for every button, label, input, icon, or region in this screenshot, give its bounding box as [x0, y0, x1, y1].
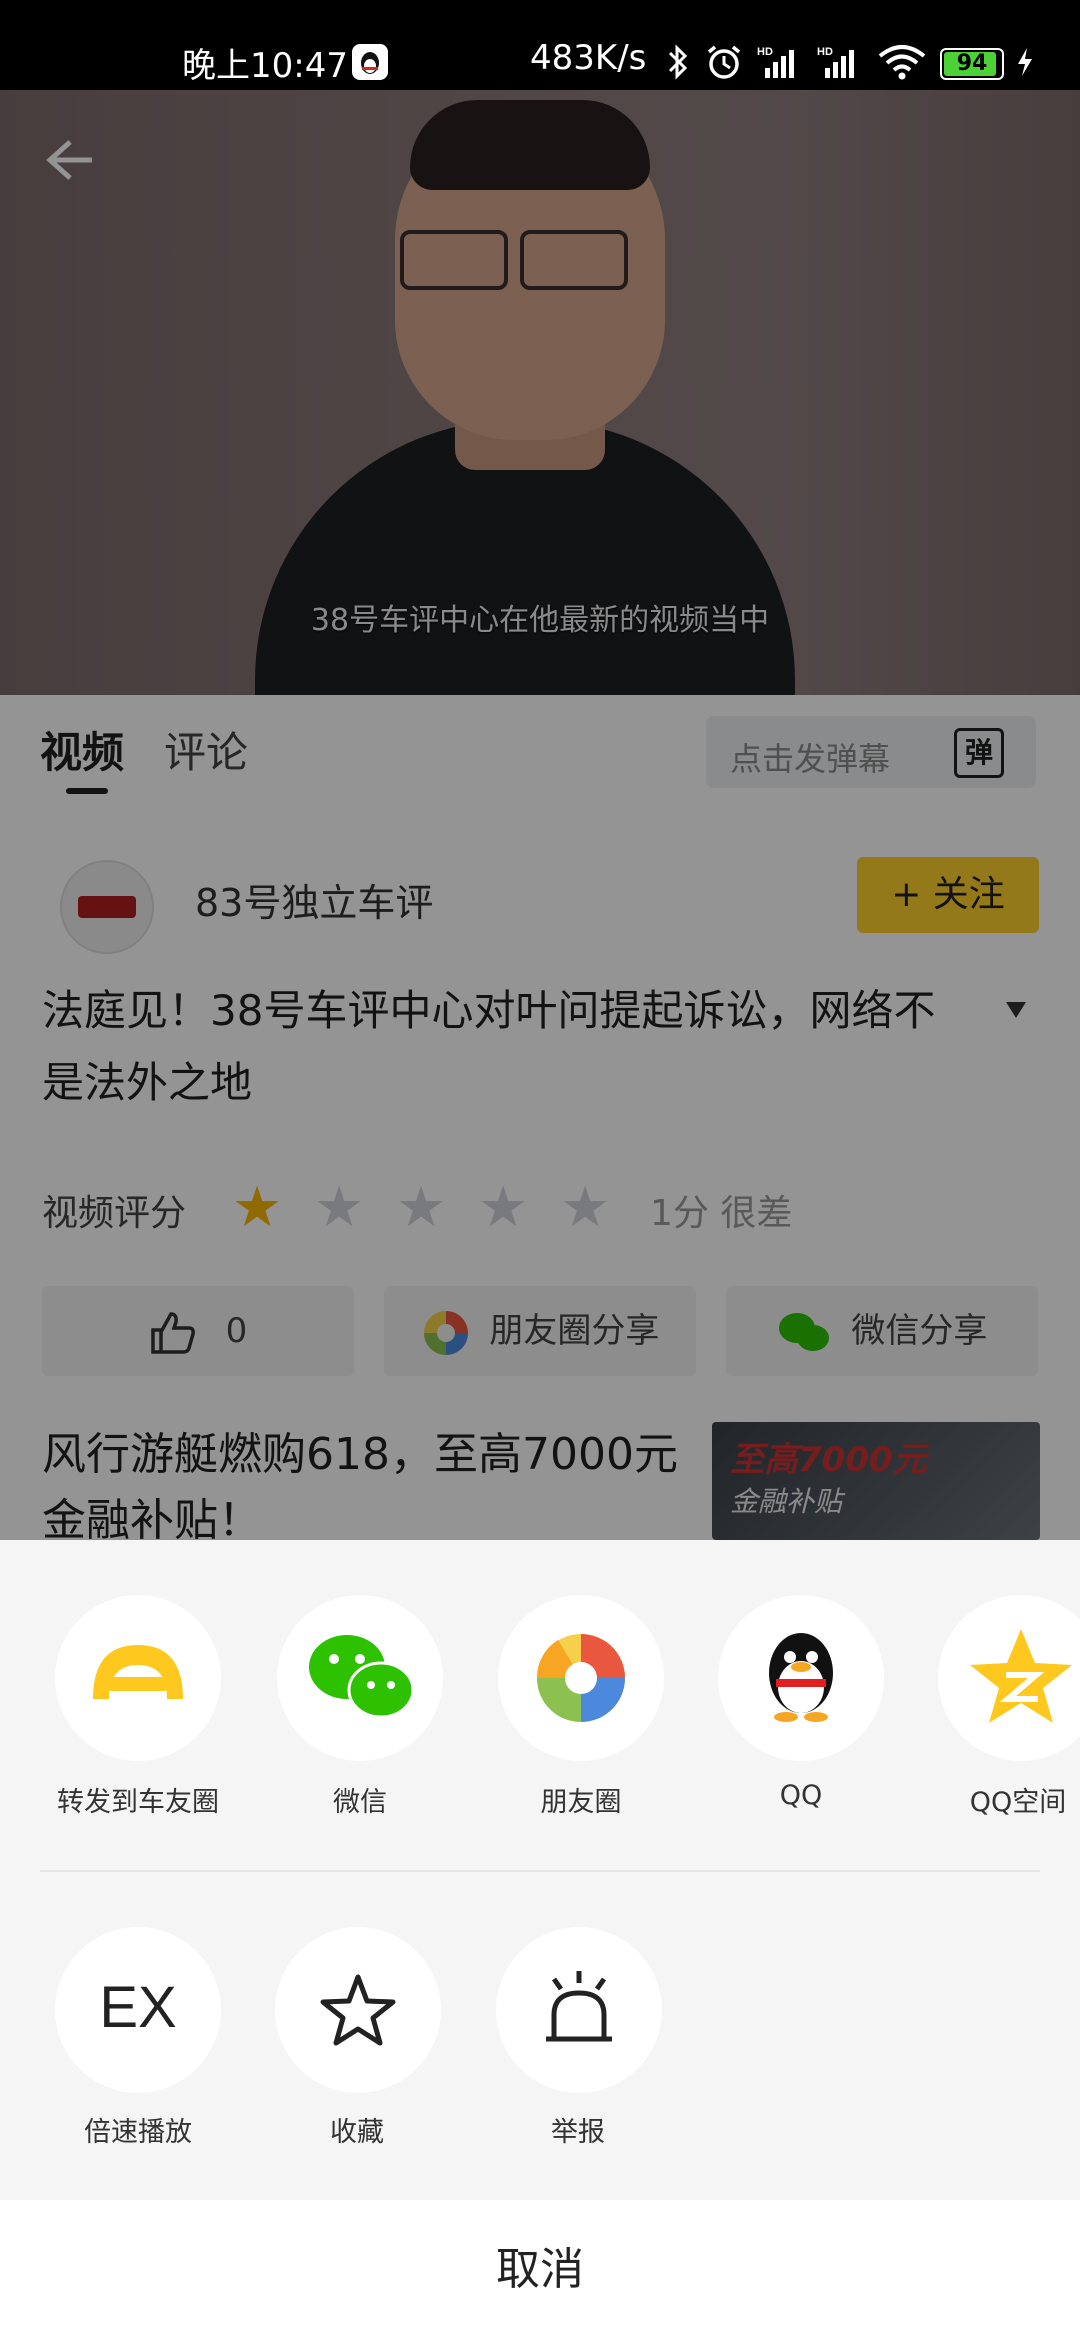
share-qzone-button[interactable]: [938, 1595, 1080, 1761]
qq-notification-icon: [352, 44, 388, 80]
wechat-icon: [309, 1635, 415, 1719]
favorite-button[interactable]: [275, 1927, 441, 2093]
qzone-icon: [970, 1629, 1072, 1723]
share-wechat-button[interactable]: [277, 1595, 443, 1761]
dim-overlay[interactable]: [0, 90, 1080, 1540]
wifi-icon: [878, 45, 926, 80]
option-label: 倍速播放: [84, 2117, 192, 2148]
share-label: QQ空间: [969, 1787, 1067, 1818]
share-label: QQ: [779, 1780, 823, 1811]
star-icon: [320, 1974, 396, 2046]
option-label: 举报: [551, 2117, 605, 2148]
battery-level: 94: [956, 51, 988, 76]
speed-play-button[interactable]: EX: [55, 1927, 221, 2093]
alarm-icon: [707, 45, 741, 79]
car-circle-icon: [93, 1645, 183, 1699]
speed-icon: EX: [99, 1975, 176, 2040]
option-label: 收藏: [330, 2117, 384, 2148]
share-car-circle-button[interactable]: [55, 1595, 221, 1761]
share-label: 转发到车友圈: [57, 1787, 219, 1818]
speed-icon-text: EX: [99, 1975, 176, 2040]
battery-icon: 94: [940, 48, 1004, 80]
moments-icon: [536, 1634, 625, 1722]
share-qq-button[interactable]: [718, 1595, 884, 1761]
status-bar: 晚上10:47 483K/s HD HD 94: [0, 0, 1080, 90]
svg-text:HD: HD: [817, 46, 833, 58]
svg-text:HD: HD: [757, 46, 773, 58]
share-label: 微信: [333, 1787, 387, 1818]
qq-icon: [769, 1633, 833, 1722]
share-moments-button[interactable]: [498, 1595, 664, 1761]
signal-hd-icon: HD: [817, 46, 854, 78]
report-button[interactable]: [496, 1927, 662, 2093]
charging-icon: [1018, 48, 1032, 76]
share-label: 朋友圈: [540, 1787, 622, 1818]
status-time: 晚上10:47: [182, 46, 348, 86]
alarm-report-icon: [546, 1971, 612, 2042]
cancel-button[interactable]: 取消: [0, 2200, 1080, 2340]
divider: [40, 1870, 1040, 1872]
network-speed: 483K/s: [530, 38, 647, 78]
signal-hd-icon: HD: [757, 46, 794, 78]
bluetooth-icon: [668, 44, 688, 80]
